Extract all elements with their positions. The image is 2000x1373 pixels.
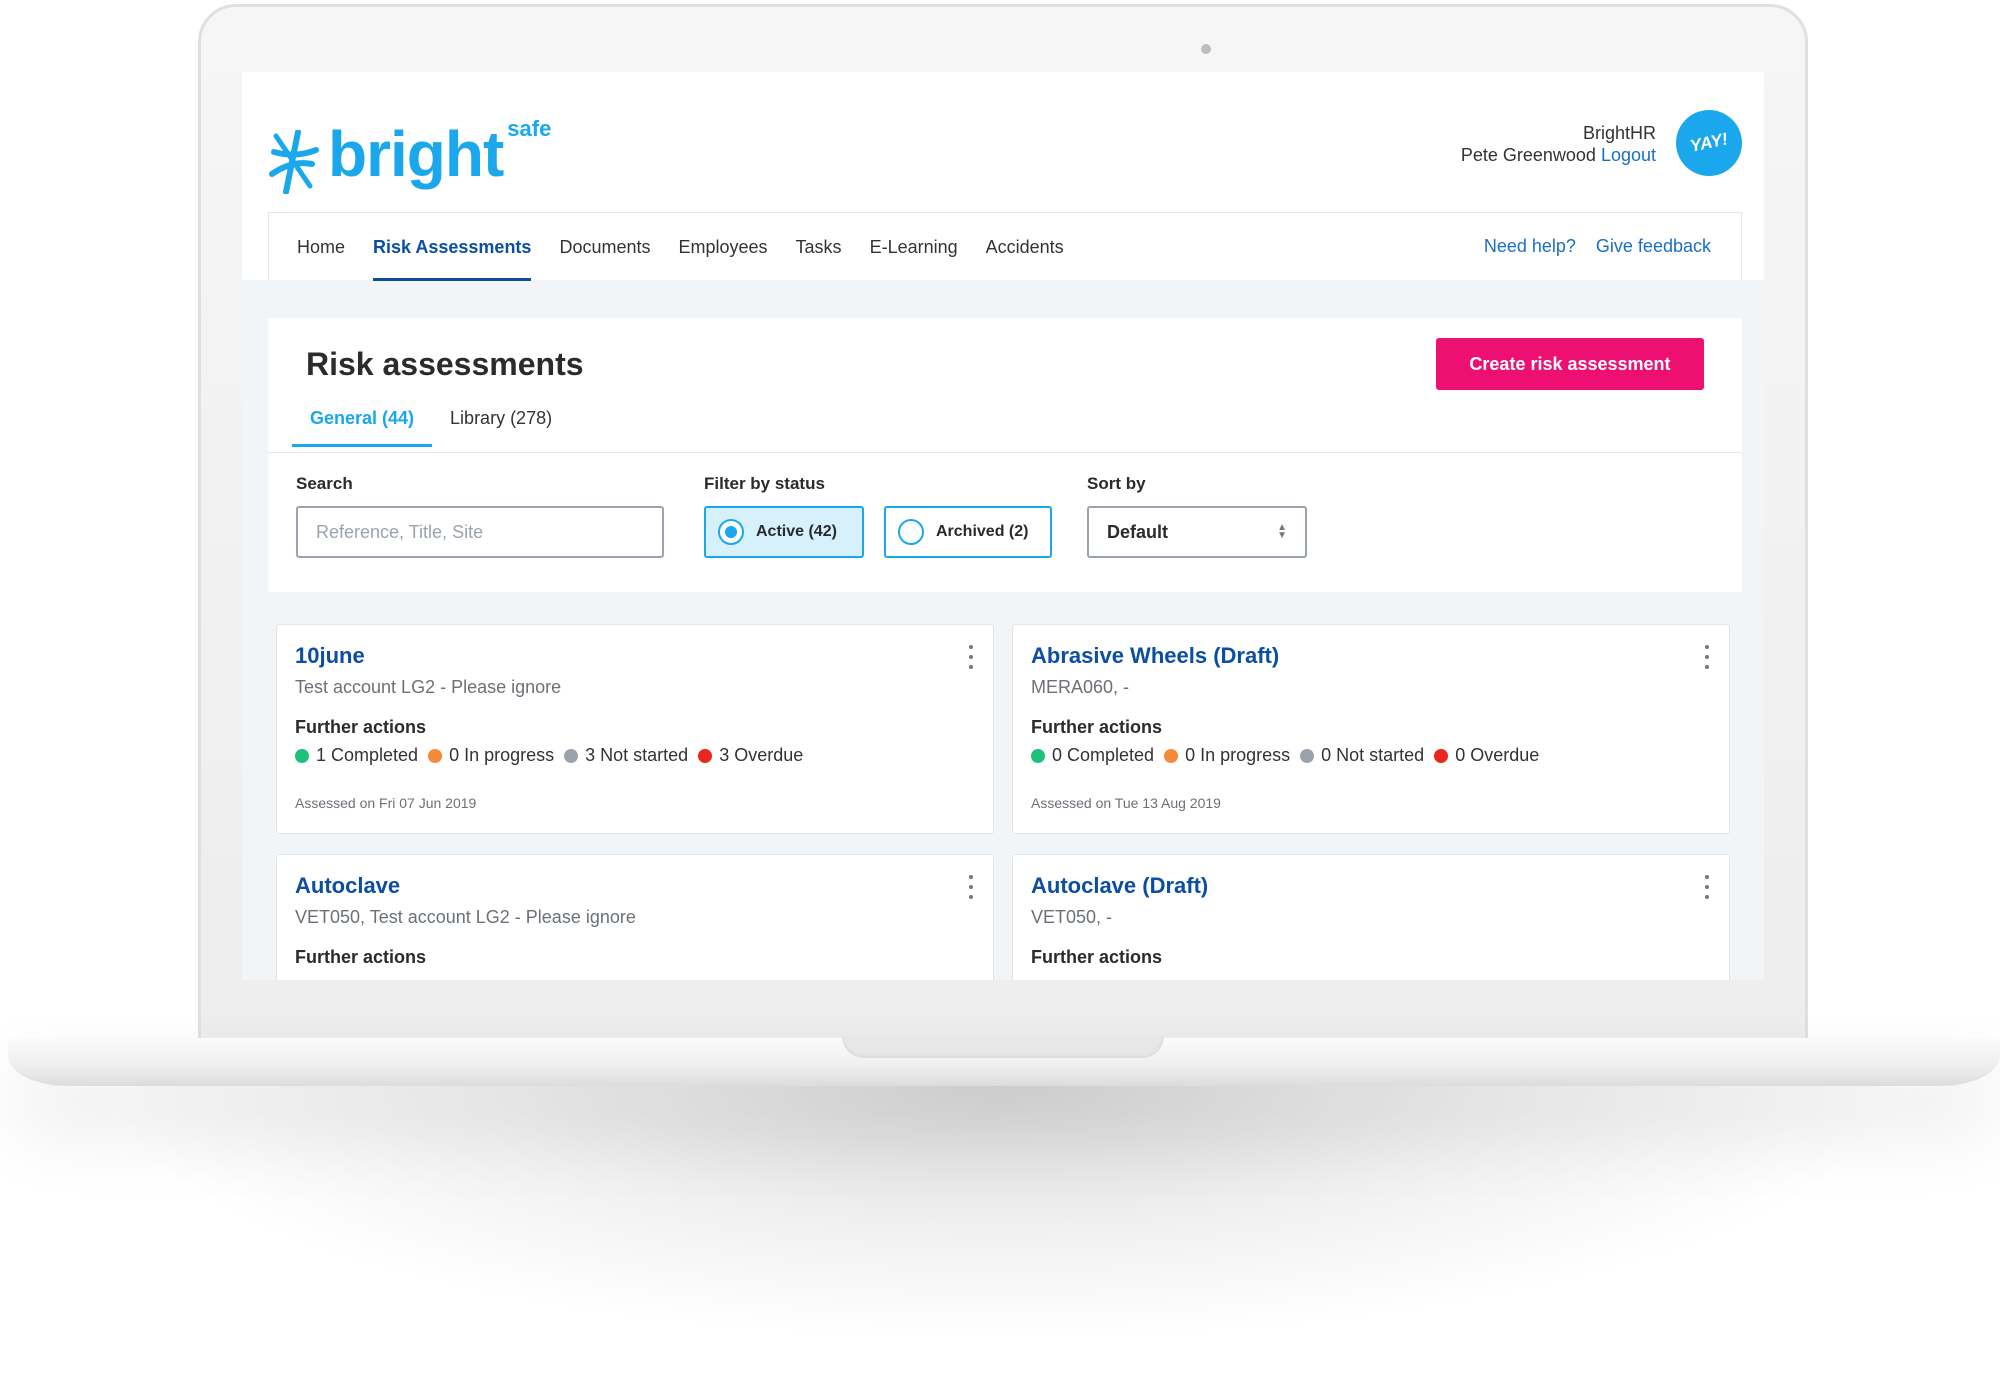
search-input[interactable]: [296, 506, 664, 558]
user-info: BrightHR Pete Greenwood Logout: [1461, 122, 1656, 166]
nav-item-home[interactable]: Home: [297, 213, 345, 281]
further-actions-label: Further actions: [1031, 717, 1163, 737]
nav-item-accidents[interactable]: Accidents: [986, 213, 1064, 281]
not-started-count: 0 Not started: [1321, 745, 1425, 765]
need-help-link[interactable]: Need help?: [1484, 236, 1576, 257]
user-name: Pete Greenwood: [1460, 145, 1596, 165]
tab-library[interactable]: Library (278): [432, 396, 570, 447]
overdue-count: 3 Overdue: [719, 745, 804, 765]
assessed-date: Assessed on Fri 07 Jun 2019: [295, 795, 477, 811]
card-subtitle: VET050, Test account LG2 - Please ignore: [295, 907, 636, 927]
radio-unselected-icon: [898, 519, 924, 545]
risk-assessments-panel: Risk assessments Create risk assessment …: [268, 318, 1742, 592]
company-name: BrightHR: [1582, 123, 1656, 143]
assessment-tabs: General (44) Library (278): [292, 396, 570, 447]
laptop-shadow: [120, 1086, 1880, 1336]
laptop-notch: [842, 1036, 1164, 1058]
app-header: bright safe BrightHR Pete Greenwood Logo…: [242, 72, 1764, 281]
not-started-status-icon: [1300, 748, 1315, 763]
card-title[interactable]: Autoclave: [295, 873, 400, 899]
further-actions-summary: 1 Completed 0 In progress 3 Not started …: [295, 745, 813, 766]
card-subtitle: VET050, -: [1031, 907, 1113, 927]
radio-selected-icon: [718, 519, 744, 545]
tabs-divider: [268, 452, 1742, 453]
avatar[interactable]: YAY!: [1669, 103, 1749, 183]
risk-assessment-card[interactable]: Abrasive Wheels (Draft) MERA060, - Furth…: [1012, 624, 1730, 834]
more-options-icon[interactable]: [967, 875, 975, 899]
nav-item-tasks[interactable]: Tasks: [796, 213, 842, 281]
further-actions-summary: 0 Completed 0 In progress 0 Not started …: [1031, 745, 1549, 766]
card-subtitle: MERA060, -: [1031, 677, 1130, 697]
sort-value: Default: [1107, 521, 1169, 542]
card-title[interactable]: 10june: [295, 643, 365, 669]
nav-item-e-learning[interactable]: E-Learning: [870, 213, 958, 281]
page-title: Risk assessments: [306, 346, 584, 382]
create-risk-assessment-button[interactable]: Create risk assessment: [1436, 338, 1704, 390]
status-active-option[interactable]: Active (42): [704, 506, 864, 558]
more-options-icon[interactable]: [1703, 645, 1711, 669]
overdue-status-icon: [1434, 748, 1449, 763]
further-actions-label: Further actions: [295, 947, 427, 967]
status-active-label: Active (42): [756, 523, 837, 540]
overdue-status-icon: [698, 748, 713, 763]
completed-count: 1 Completed: [316, 745, 419, 765]
nav-item-documents[interactable]: Documents: [559, 213, 650, 281]
further-actions-label: Further actions: [295, 717, 427, 737]
more-options-icon[interactable]: [1703, 875, 1711, 899]
in-progress-status-icon: [428, 748, 443, 763]
card-title[interactable]: Abrasive Wheels (Draft): [1031, 643, 1279, 669]
in-progress-count: 0 In progress: [449, 745, 555, 765]
assessed-date: Assessed on Tue 13 Aug 2019: [1031, 795, 1221, 811]
completed-count: 0 Completed: [1052, 745, 1155, 765]
overdue-count: 0 Overdue: [1455, 745, 1540, 765]
risk-assessment-card[interactable]: 10june Test account LG2 - Please ignore …: [276, 624, 994, 834]
logout-link[interactable]: Logout: [1601, 145, 1656, 165]
further-actions-label: Further actions: [1031, 947, 1163, 967]
status-archived-option[interactable]: Archived (2): [884, 506, 1052, 558]
select-arrows-icon: ▲ ▼: [1277, 522, 1287, 541]
nav-item-risk-assessments[interactable]: Risk Assessments: [373, 213, 532, 281]
avatar-text: YAY!: [1688, 129, 1730, 156]
logo-superscript: safe: [507, 116, 552, 141]
main-nav: Home Risk Assessments Documents Employee…: [268, 212, 1742, 281]
bright-star-icon: [269, 130, 319, 194]
status-archived-label: Archived (2): [936, 523, 1029, 540]
risk-assessment-card[interactable]: Autoclave VET050, Test account LG2 - Ple…: [276, 854, 994, 980]
filters-bar: Search Filter by status Active (42) Arch…: [296, 474, 1716, 570]
screen: bright safe BrightHR Pete Greenwood Logo…: [242, 72, 1764, 980]
sort-by-label: Sort by: [1087, 474, 1146, 493]
brand-logo[interactable]: bright safe: [266, 102, 552, 194]
nav-help-links: Need help? Give feedback: [1484, 236, 1711, 257]
completed-status-icon: [1031, 748, 1045, 763]
card-subtitle: Test account LG2 - Please ignore: [295, 677, 562, 697]
nav-item-employees[interactable]: Employees: [679, 213, 768, 281]
give-feedback-link[interactable]: Give feedback: [1596, 236, 1711, 257]
logo-text: bright: [328, 118, 504, 190]
more-options-icon[interactable]: [967, 645, 975, 669]
tab-general[interactable]: General (44): [292, 396, 433, 447]
in-progress-count: 0 In progress: [1185, 745, 1291, 765]
risk-assessment-card[interactable]: Autoclave (Draft) VET050, - Further acti…: [1012, 854, 1730, 980]
camera-dot: [1201, 44, 1211, 54]
sort-select[interactable]: Default ▲ ▼: [1087, 506, 1307, 558]
completed-status-icon: [295, 748, 309, 763]
in-progress-status-icon: [1164, 748, 1179, 763]
not-started-status-icon: [564, 748, 579, 763]
not-started-count: 3 Not started: [585, 745, 689, 765]
card-title[interactable]: Autoclave (Draft): [1031, 873, 1208, 899]
search-label: Search: [296, 474, 353, 493]
filter-status-label: Filter by status: [704, 474, 825, 493]
